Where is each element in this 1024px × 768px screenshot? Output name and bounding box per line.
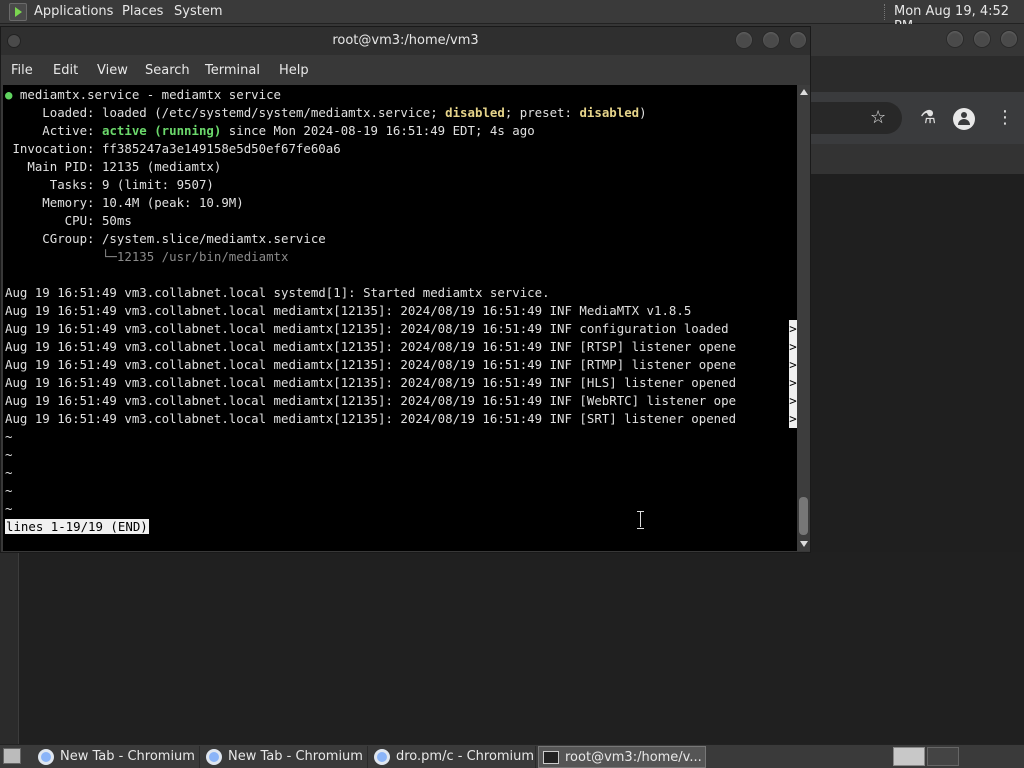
log-line: Aug 19 16:51:49 vm3.collabnet.local medi…: [5, 303, 692, 318]
taskbar-item-label: New Tab - Chromium: [228, 749, 363, 764]
background-page-lower: [18, 552, 1024, 744]
background-tabstrip: [810, 56, 1024, 92]
scroll-up-icon[interactable]: [800, 89, 808, 95]
chromium-icon: [38, 749, 54, 765]
truncation-marker: >: [789, 392, 797, 410]
star-icon[interactable]: ☆: [870, 107, 886, 128]
scroll-down-icon[interactable]: [800, 541, 808, 547]
places-menu[interactable]: Places: [122, 4, 163, 19]
log-line: Aug 19 16:51:49 vm3.collabnet.local medi…: [5, 339, 737, 354]
log-line: Aug 19 16:51:49 vm3.collabnet.local medi…: [5, 411, 737, 426]
log-line: Aug 19 16:51:49 vm3.collabnet.local medi…: [5, 357, 737, 372]
bottom-taskbar: New Tab - Chromium New Tab - Chromium dr…: [0, 744, 1024, 768]
terminal-title: root@vm3:/home/vm3: [332, 33, 479, 48]
terminal-icon: [543, 751, 559, 764]
taskbar-item-label: root@vm3:/home/v...: [565, 750, 702, 765]
taskbar-item-label: dro.pm/c - Chromium: [396, 749, 535, 764]
truncation-marker: >: [789, 410, 797, 428]
taskbar-item-terminal[interactable]: root@vm3:/home/v...: [538, 746, 706, 768]
menu-help[interactable]: Help: [279, 63, 309, 78]
applications-menu-icon[interactable]: [9, 3, 27, 21]
active-line: Active: active (running) since Mon 2024-…: [5, 123, 535, 138]
unit-header-line: ● mediamtx.service - mediamtx service: [5, 87, 282, 102]
truncation-marker: >: [789, 356, 797, 374]
text-cursor-icon: [636, 511, 646, 529]
cpu-line: CPU: 50ms: [5, 213, 132, 228]
empty-line-tilde: ~: [5, 501, 13, 516]
applications-menu[interactable]: Applications: [34, 4, 113, 19]
truncation-marker: >: [789, 374, 797, 392]
taskbar-item-chromium-3[interactable]: dro.pm/c - Chromium: [370, 746, 536, 768]
panel-separator: [884, 4, 886, 20]
workspace-switcher-1[interactable]: [893, 747, 925, 766]
show-desktop-icon[interactable]: [3, 748, 21, 764]
terminal-output[interactable]: ● mediamtx.service - mediamtx service Lo…: [3, 85, 797, 551]
terminal-menubar: File Edit View Search Terminal Help: [1, 55, 810, 85]
taskbar-item-label: New Tab - Chromium: [60, 749, 195, 764]
tasks-line: Tasks: 9 (limit: 9507): [5, 177, 214, 192]
more-vert-icon[interactable]: ⋮: [996, 107, 1014, 128]
empty-line-tilde: ~: [5, 465, 13, 480]
terminal-scrollbar[interactable]: [797, 85, 810, 551]
terminal-window[interactable]: root@vm3:/home/vm3 File Edit View Search…: [0, 26, 811, 553]
menu-terminal[interactable]: Terminal: [205, 63, 260, 78]
pager-status: lines 1-19/19 (END): [5, 519, 149, 534]
truncation-marker: >: [789, 338, 797, 356]
top-panel: Applications Places System Mon Aug 19, 4…: [0, 0, 1024, 34]
memory-line: Memory: 10.4M (peak: 10.9M): [5, 195, 244, 210]
profile-icon[interactable]: [953, 108, 975, 130]
empty-line-tilde: ~: [5, 483, 13, 498]
background-bookmarks-bar: [810, 144, 1024, 174]
empty-line-tilde: ~: [5, 447, 13, 462]
terminal-minimize-button[interactable]: [735, 31, 753, 49]
chromium-icon: [206, 749, 222, 765]
terminal-maximize-button[interactable]: [762, 31, 780, 49]
labs-flask-icon[interactable]: ⚗: [920, 107, 936, 128]
menu-edit[interactable]: Edit: [53, 63, 78, 78]
truncation-marker: >: [789, 320, 797, 338]
close-button[interactable]: [1000, 30, 1018, 48]
terminal-close-button[interactable]: [789, 31, 807, 49]
log-line: Aug 19 16:51:49 vm3.collabnet.local syst…: [5, 285, 550, 300]
menu-view[interactable]: View: [97, 63, 128, 78]
loaded-line: Loaded: loaded (/etc/systemd/system/medi…: [5, 105, 647, 120]
invocation-line: Invocation: ff385247a3e149158e5d50ef67fe…: [5, 141, 341, 156]
cgroup-child-line: └─12135 /usr/bin/mediamtx: [5, 249, 289, 264]
minimize-button[interactable]: [946, 30, 964, 48]
system-menu[interactable]: System: [174, 4, 222, 19]
pager-status-line: lines 1-19/19 (END): [5, 518, 149, 536]
scrollbar-thumb[interactable]: [799, 497, 808, 535]
chromium-icon: [374, 749, 390, 765]
empty-line-tilde: ~: [5, 429, 13, 444]
menu-file[interactable]: File: [11, 63, 33, 78]
taskbar-item-chromium-2[interactable]: New Tab - Chromium: [202, 746, 368, 768]
log-line: Aug 19 16:51:49 vm3.collabnet.local medi…: [5, 375, 737, 390]
workspace-switcher-2[interactable]: [927, 747, 959, 766]
maximize-button[interactable]: [973, 30, 991, 48]
taskbar-item-chromium-1[interactable]: New Tab - Chromium: [34, 746, 200, 768]
menu-search[interactable]: Search: [145, 63, 190, 78]
log-line: Aug 19 16:51:49 vm3.collabnet.local medi…: [5, 393, 737, 408]
cgroup-line: CGroup: /system.slice/mediamtx.service: [5, 231, 326, 246]
main-pid-line: Main PID: 12135 (mediamtx): [5, 159, 222, 174]
terminal-titlebar[interactable]: root@vm3:/home/vm3: [1, 27, 810, 55]
log-line: Aug 19 16:51:49 vm3.collabnet.local medi…: [5, 321, 737, 336]
